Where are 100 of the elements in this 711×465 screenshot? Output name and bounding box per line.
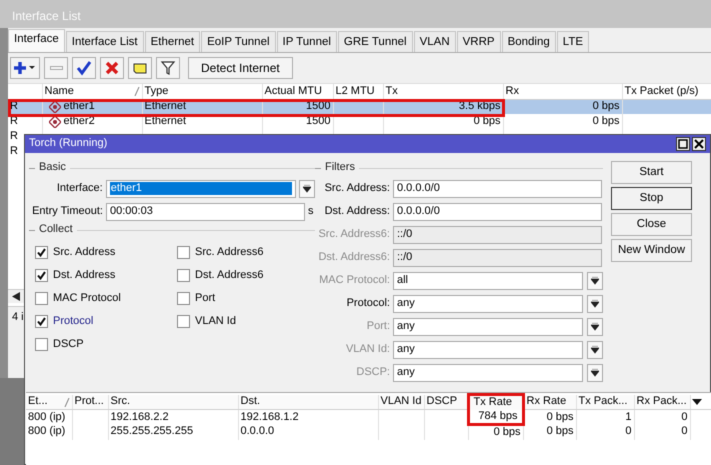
detect-internet-button[interactable]: Detect Internet <box>188 57 293 79</box>
timeout-field[interactable]: 00:00:03 <box>106 202 305 220</box>
checkbox[interactable] <box>177 246 190 259</box>
button[interactable]: Start <box>611 161 692 184</box>
table-cell: 0.0.0.0 <box>240 425 274 438</box>
column-header-label: Type <box>144 84 168 98</box>
field-label: Src. Address: <box>324 182 390 196</box>
enable-button[interactable] <box>72 57 96 79</box>
checkbox[interactable] <box>35 338 48 351</box>
column-header-label: Tx Pack... <box>578 395 628 408</box>
checkbox[interactable] <box>35 246 48 259</box>
select-field[interactable]: any <box>393 294 583 312</box>
dropdown-icon <box>591 322 599 330</box>
checkbox[interactable] <box>177 269 190 282</box>
column-header-label: Prot... <box>74 395 104 408</box>
group-label: Basic <box>39 161 66 175</box>
checkbox-label: Dst. Address <box>53 268 116 282</box>
input-field[interactable]: 0.0.0.0/0 <box>393 202 602 220</box>
column-header-label: Et... <box>28 395 48 408</box>
checkbox[interactable] <box>35 315 48 328</box>
table-cell: Ethernet <box>144 100 186 112</box>
plus-icon <box>14 60 36 76</box>
checkbox-label: Port <box>195 292 216 306</box>
dropdown-button[interactable] <box>299 180 316 198</box>
interface-icon <box>48 116 60 128</box>
dropdown-icon <box>591 276 599 284</box>
checkbox[interactable] <box>35 292 48 305</box>
dropdown-button[interactable] <box>587 318 603 336</box>
checkbox[interactable] <box>177 292 190 305</box>
add-button[interactable] <box>10 57 40 79</box>
tab[interactable]: VLAN <box>414 31 456 52</box>
field-label: Interface: <box>56 182 103 196</box>
column-menu-icon[interactable] <box>690 398 702 406</box>
column-header-label: Name <box>44 84 74 98</box>
checkbox[interactable] <box>35 269 48 282</box>
table-cell: 784 bps <box>478 410 518 422</box>
table-cell: ether2 <box>64 114 95 128</box>
dropdown-button[interactable] <box>587 294 603 312</box>
tab[interactable]: GRE Tunnel <box>338 31 413 52</box>
selected-text: ether1 <box>110 182 292 196</box>
flag-label: R <box>10 144 18 157</box>
table-cell: ether1 <box>64 100 95 114</box>
interface-icon <box>48 100 60 113</box>
close-button[interactable] <box>692 137 706 151</box>
tab[interactable]: LTE <box>556 31 590 52</box>
close-icon <box>694 139 704 149</box>
table-cell: 800 (ip) <box>28 425 66 438</box>
interface-field[interactable]: ether1 <box>106 180 296 198</box>
input-field[interactable]: 0.0.0.0/0 <box>393 180 602 198</box>
tab[interactable]: IP Tunnel <box>276 31 337 52</box>
button[interactable]: Close <box>611 213 692 236</box>
checkbox[interactable] <box>177 315 190 328</box>
flag-label: R <box>10 130 18 142</box>
field-label: MAC Protocol: <box>318 274 390 288</box>
column-header-label: Rx <box>506 84 519 98</box>
checkbox-label: DSCP <box>53 338 84 352</box>
field-label: Protocol: <box>346 296 390 310</box>
dropdown-button[interactable] <box>587 340 603 358</box>
table-cell: 0 <box>681 410 688 423</box>
button[interactable]: New Window <box>611 239 692 262</box>
checkbox-label: VLAN Id <box>195 314 236 328</box>
dropdown-button[interactable] <box>587 364 603 382</box>
check-icon <box>37 317 46 326</box>
scroll-left-icon[interactable] <box>12 292 20 301</box>
table-cell: 0 bps <box>592 114 620 127</box>
table-cell: 0 bps <box>546 410 574 423</box>
tab[interactable]: EoIP Tunnel <box>201 31 276 52</box>
dropdown-icon <box>591 300 599 308</box>
column-header-label: L2 MTU <box>336 84 375 98</box>
filter-icon <box>160 60 176 76</box>
dropdown-button[interactable] <box>587 272 603 290</box>
filter-button[interactable] <box>156 57 180 79</box>
table-cell: 1 <box>625 410 632 423</box>
checkbox-label: Dst. Address6 <box>195 268 264 282</box>
field-label: VLAN Id: <box>344 342 390 356</box>
checkbox-label: Protocol <box>53 314 94 328</box>
column-header-label: Tx Packet (p/s) <box>624 84 698 98</box>
tab[interactable]: Bonding <box>502 31 556 52</box>
column-header-label: Dst. <box>240 395 260 408</box>
disable-button[interactable] <box>100 57 124 79</box>
tab[interactable]: Interface List <box>66 31 144 52</box>
table-cell: 192.168.1.2 <box>240 410 299 423</box>
checkbox-label: Src. Address6 <box>195 246 264 260</box>
window-title: Torch (Running) <box>29 137 108 151</box>
maximize-button[interactable] <box>676 137 690 151</box>
button[interactable]: Stop <box>611 187 692 210</box>
tab[interactable]: Interface <box>8 29 65 52</box>
dropdown-icon <box>591 368 599 376</box>
column-header-label: DSCP <box>426 395 458 408</box>
tab[interactable]: VRRP <box>456 31 501 52</box>
dropdown-icon <box>591 346 599 354</box>
field-label: Entry Timeout: <box>31 204 103 218</box>
sort-icon <box>134 86 140 96</box>
comment-button[interactable] <box>128 57 152 79</box>
tab[interactable]: Ethernet <box>144 31 200 52</box>
sort-icon <box>64 398 70 406</box>
column-header-label: Tx Rate <box>474 398 512 410</box>
checkbox-label: MAC Protocol <box>53 292 121 306</box>
table-cell: 0 <box>625 425 632 438</box>
column-header-label: Tx <box>386 84 398 98</box>
